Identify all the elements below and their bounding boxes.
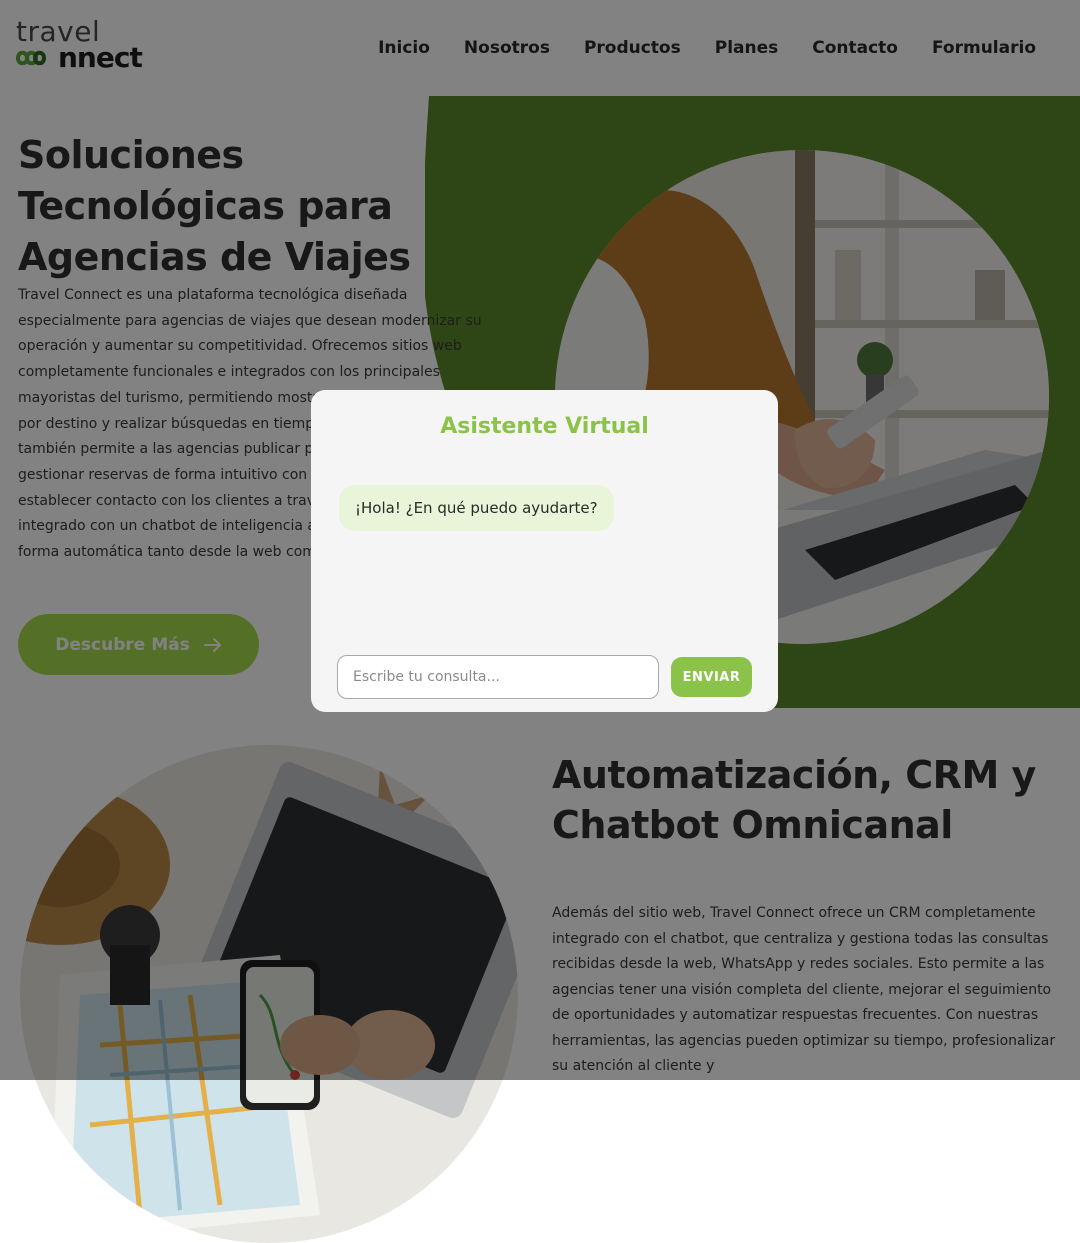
page: travel nnect Inicio Nosotros Productos P… bbox=[0, 0, 1080, 1243]
send-button[interactable]: ENVIAR bbox=[671, 657, 752, 697]
chatbot-modal: Asistente Virtual ¡Hola! ¿En qué puedo a… bbox=[311, 390, 778, 712]
bot-message-bubble: ¡Hola! ¿En qué puedo ayudarte? bbox=[339, 485, 614, 531]
chatbot-title: Asistente Virtual bbox=[440, 414, 649, 439]
chat-message-input[interactable] bbox=[337, 655, 659, 699]
